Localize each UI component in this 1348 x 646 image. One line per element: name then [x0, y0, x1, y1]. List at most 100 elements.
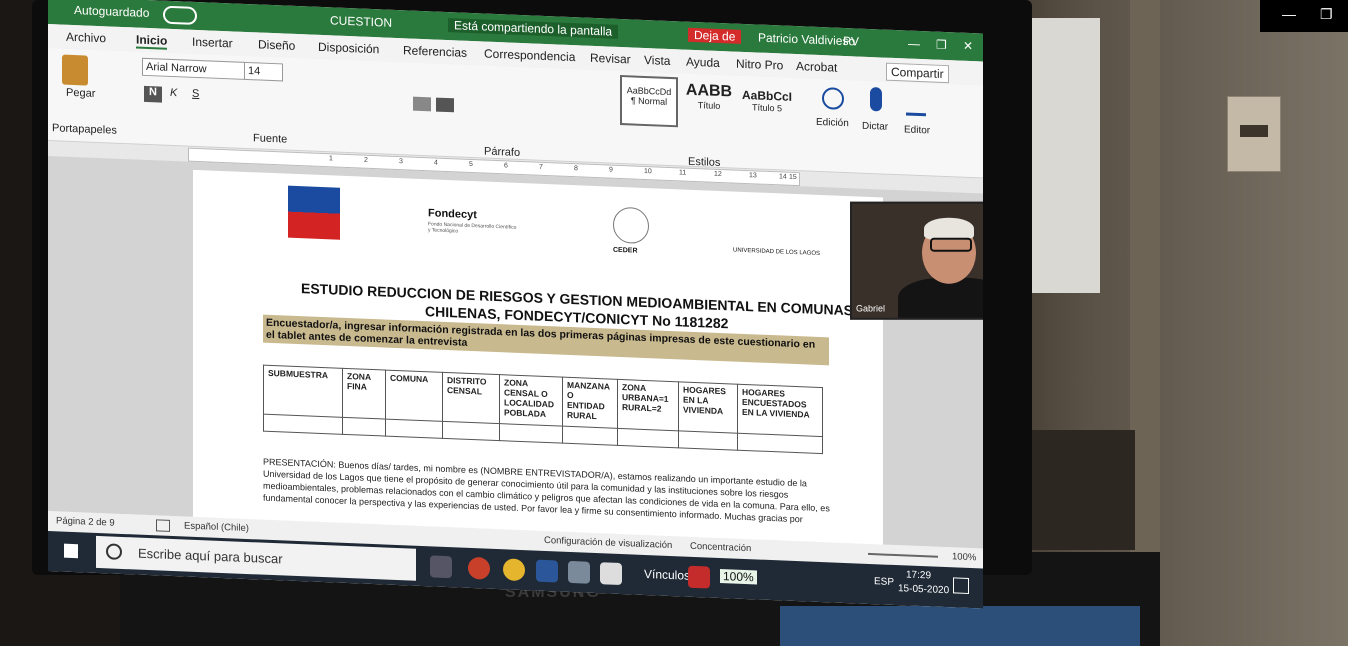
paragraph-group-label: Párrafo	[484, 145, 521, 159]
sharing-banner: Está compartiendo la pantalla	[448, 18, 619, 39]
align-left-button[interactable]	[413, 96, 431, 112]
table-header: ZONA URBANA=1 RURAL=2	[617, 379, 679, 431]
display-settings[interactable]: Configuración de visualización	[544, 535, 672, 551]
tab-disposicion[interactable]: Disposición	[318, 40, 379, 56]
notification-icon[interactable]	[953, 577, 969, 594]
clock-date[interactable]: 15-05-2020	[898, 583, 949, 596]
zoom-level[interactable]: 100%	[952, 551, 976, 563]
light-switch-button	[1240, 125, 1268, 137]
bold-button[interactable]: N	[144, 85, 162, 103]
table-cell[interactable]	[442, 421, 500, 441]
underline-button[interactable]: S	[192, 88, 199, 100]
windows-start-icon[interactable]	[64, 543, 78, 559]
chrome-icon[interactable]	[503, 558, 525, 582]
editor-icon[interactable]	[906, 90, 926, 117]
table-cell[interactable]	[342, 417, 386, 437]
powerpoint-icon[interactable]	[468, 556, 490, 580]
table-cell[interactable]	[737, 433, 823, 454]
language-indicator[interactable]: Español (Chile)	[184, 520, 249, 534]
table-header: COMUNA	[385, 370, 443, 422]
document-title: CUESTION	[330, 13, 393, 30]
fondecyt-logo: Fondecyt	[428, 207, 477, 222]
page-counter[interactable]: Página 2 de 9	[56, 515, 115, 528]
autosave-label: Autoguardado	[74, 3, 150, 21]
tab-diseno[interactable]: Diseño	[258, 37, 295, 53]
share-button[interactable]: Compartir	[886, 62, 949, 84]
style-titulo[interactable]: AABB Título	[680, 81, 738, 111]
italic-button[interactable]: K	[170, 87, 177, 99]
ruler-mark: 1	[329, 155, 333, 163]
close-icon[interactable]: ✕	[963, 39, 973, 53]
ruler-mark: 2	[364, 156, 368, 164]
ruler-mark: 10	[644, 167, 652, 176]
clipboard-group-label: Portapapeles	[52, 122, 117, 137]
table-cell[interactable]	[385, 419, 443, 439]
person-hair	[924, 217, 974, 240]
edit-button[interactable]: Edición	[816, 117, 849, 129]
style-titulo5[interactable]: AaBbCcI Título 5	[738, 88, 796, 114]
user-initials: PV	[843, 33, 860, 49]
tab-archivo[interactable]: Archivo	[66, 30, 106, 46]
paste-icon[interactable]	[62, 54, 88, 86]
app-red-icon[interactable]	[688, 565, 710, 589]
tab-acrobat[interactable]: Acrobat	[796, 59, 837, 75]
ceder-logo: CEDER	[613, 246, 638, 255]
microphone-icon[interactable]	[870, 87, 882, 112]
table-cell[interactable]	[562, 426, 618, 446]
font-size-select[interactable]: 14	[244, 61, 283, 82]
table-cell[interactable]	[678, 430, 738, 451]
table-cell[interactable]	[617, 428, 679, 448]
focus-mode[interactable]: Concentración	[690, 541, 751, 554]
ulagos-logo: UNIVERSIDAD DE LOS LAGOS	[733, 247, 821, 258]
align-center-button[interactable]	[436, 97, 454, 113]
minimize-icon[interactable]: —	[908, 37, 920, 51]
table-cell[interactable]	[499, 423, 563, 444]
table-header: DISTRITO CENSAL	[442, 372, 500, 424]
table-cell[interactable]	[263, 414, 343, 435]
tab-vista[interactable]: Vista	[644, 53, 670, 68]
ruler-mark: 5	[469, 160, 473, 169]
dictate-button[interactable]: Dictar	[862, 121, 888, 133]
minimize-button[interactable]: —	[1282, 6, 1296, 22]
font-name-select[interactable]: Arial Narrow	[142, 57, 245, 80]
government-logo	[288, 185, 340, 240]
stop-share-button[interactable]: Deja de	[688, 27, 742, 44]
tab-ayuda[interactable]: Ayuda	[686, 55, 720, 70]
proofing-icon[interactable]	[156, 519, 170, 532]
links-toolbar[interactable]: Vínculos	[644, 567, 690, 583]
tab-nitro-pro[interactable]: Nitro Pro	[736, 57, 783, 73]
table-header: SUBMUESTRA	[263, 365, 343, 418]
autosave-toggle[interactable]	[163, 5, 197, 25]
sample-table: SUBMUESTRA ZONA FINA COMUNA DISTRITO CEN…	[263, 365, 823, 454]
ruler-mark: 15	[789, 173, 797, 182]
calculator-icon[interactable]	[600, 562, 622, 586]
tab-correspondencia[interactable]: Correspondencia	[484, 47, 575, 65]
input-language[interactable]: ESP	[874, 576, 894, 588]
glasses	[930, 237, 972, 252]
ruler-mark: 3	[399, 158, 403, 166]
style-titulo5-sample: AaBbCcI	[741, 87, 792, 104]
ruler-mark: 9	[609, 166, 613, 174]
user-name: Patricio Valdivieso	[758, 30, 856, 49]
clock-time[interactable]: 17:29	[906, 569, 931, 581]
webcam-video: Gabriel	[850, 201, 983, 320]
battery-level[interactable]: 100%	[720, 568, 757, 585]
task-view-icon[interactable]	[430, 555, 452, 579]
monitor-screen: Autoguardado CUESTION Está compartiendo …	[48, 0, 983, 609]
document-area: Fondecyt Fondo Nacional de Desarrollo Ci…	[48, 156, 983, 558]
search-icon[interactable]	[822, 87, 844, 110]
tab-insertar[interactable]: Insertar	[192, 35, 233, 51]
document-page[interactable]: Fondecyt Fondo Nacional de Desarrollo Ci…	[193, 169, 883, 558]
style-normal[interactable]: AaBbCcDd ¶ Normal	[620, 74, 678, 128]
tab-revisar[interactable]: Revisar	[590, 51, 631, 67]
paste-label[interactable]: Pegar	[66, 87, 95, 100]
tab-inicio[interactable]: Inicio	[136, 32, 168, 50]
app-icon[interactable]	[568, 560, 590, 584]
editor-button[interactable]: Editor	[904, 124, 930, 136]
font-group-label: Fuente	[253, 132, 288, 146]
word-icon[interactable]	[536, 559, 558, 583]
maximize-icon[interactable]: ❐	[936, 38, 947, 52]
tab-referencias[interactable]: Referencias	[403, 43, 467, 60]
zoom-slider[interactable]	[868, 552, 938, 558]
restore-button[interactable]: ❐	[1320, 6, 1333, 23]
